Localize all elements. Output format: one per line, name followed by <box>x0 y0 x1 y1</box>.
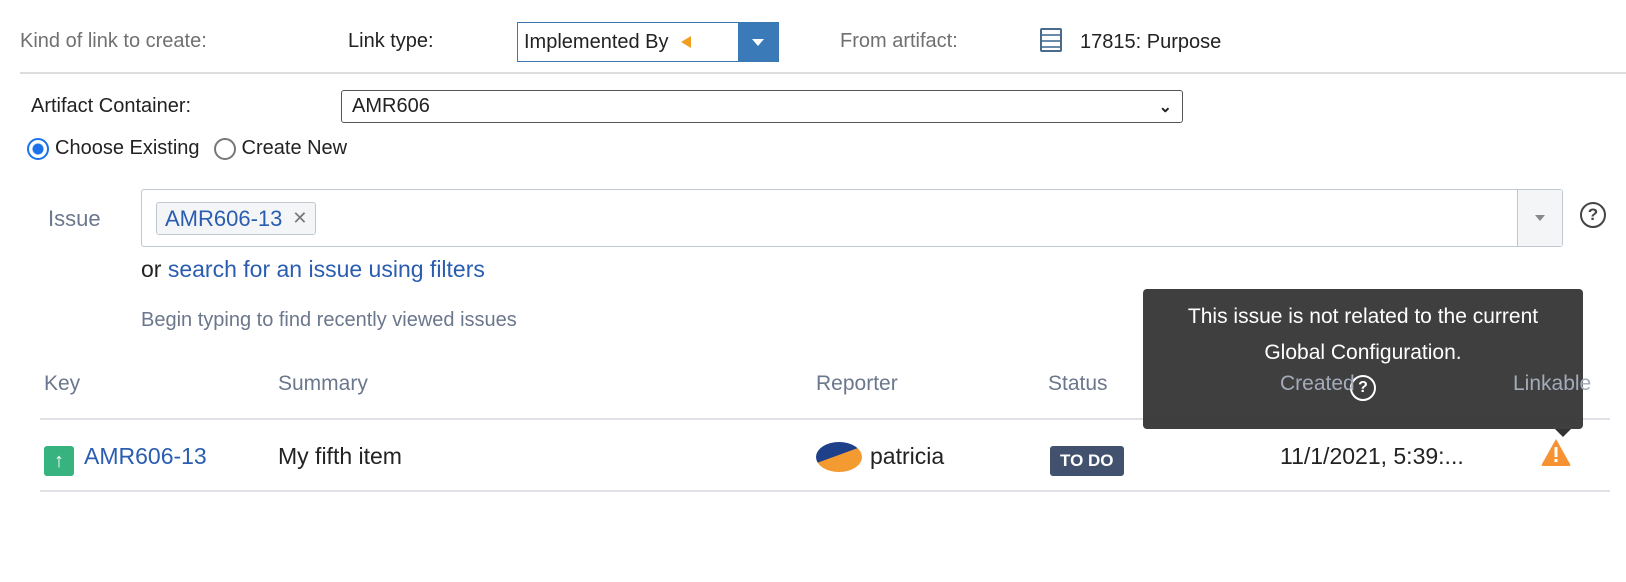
status-badge: TO DO <box>1050 446 1124 476</box>
row-key-link[interactable]: AMR606-13 <box>84 443 207 470</box>
issue-type-icon: ↑ <box>44 446 74 476</box>
from-artifact-label: From artifact: <box>840 30 958 52</box>
tooltip: This issue is not related to the current… <box>1143 289 1583 429</box>
tooltip-arrow <box>1555 429 1571 437</box>
link-type-value: Implemented By <box>524 30 669 53</box>
artifact-container-value: AMR606 <box>352 95 430 117</box>
choose-existing-label[interactable]: Choose Existing <box>55 137 200 160</box>
avatar <box>816 442 862 472</box>
row-reporter: patricia <box>870 443 945 469</box>
create-new-label[interactable]: Create New <box>242 137 348 160</box>
artifact-container-select[interactable]: AMR606 ⌄ <box>341 90 1183 123</box>
direction-arrow-icon <box>680 36 691 48</box>
header-key: Key <box>44 372 81 395</box>
link-type-dropdown-button[interactable] <box>738 23 778 61</box>
divider <box>20 72 1626 74</box>
chevron-down-icon <box>752 38 764 46</box>
issue-tag-text: AMR606-13 <box>165 205 283 231</box>
header-summary: Summary <box>278 372 368 395</box>
tooltip-line2: Global Configuration. <box>1264 341 1462 364</box>
header-created: Created <box>1280 372 1355 395</box>
header-status: Status <box>1048 372 1108 395</box>
link-type-select[interactable]: Implemented By <box>517 22 779 62</box>
kind-of-link-label: Kind of link to create: <box>20 30 207 52</box>
choose-existing-radio[interactable] <box>27 137 49 160</box>
from-artifact-value: 17815: Purpose <box>1080 31 1222 53</box>
issue-hint: Begin typing to find recently viewed iss… <box>141 309 517 331</box>
header-linkable: Linkable <box>1513 372 1592 395</box>
row-created: 11/1/2021, 5:39:... <box>1280 443 1464 469</box>
artifact-icon <box>1040 28 1062 52</box>
link-type-label: Link type: <box>348 30 434 52</box>
row-summary: My fifth item <box>278 443 402 469</box>
issue-dropdown-button[interactable] <box>1517 190 1562 246</box>
search-filters-link[interactable]: search for an issue using filters <box>168 256 485 282</box>
issue-label: Issue <box>48 206 101 231</box>
remove-tag-icon[interactable]: ✕ <box>292 208 307 229</box>
or-text: or <box>141 256 162 282</box>
row-divider <box>40 490 1610 492</box>
warning-icon[interactable] <box>1540 437 1572 467</box>
help-icon[interactable]: ? <box>1580 202 1606 228</box>
header-reporter: Reporter <box>816 372 898 395</box>
chevron-down-icon <box>1535 215 1545 221</box>
artifact-container-label: Artifact Container: <box>31 95 192 117</box>
tooltip-line1: This issue is not related to the current <box>1187 305 1539 328</box>
issue-tag[interactable]: AMR606-13 ✕ <box>156 202 317 235</box>
create-new-radio[interactable] <box>213 137 236 160</box>
issue-picker[interactable]: AMR606-13 ✕ <box>141 189 1563 247</box>
chevron-down-icon: ⌄ <box>1158 98 1172 116</box>
